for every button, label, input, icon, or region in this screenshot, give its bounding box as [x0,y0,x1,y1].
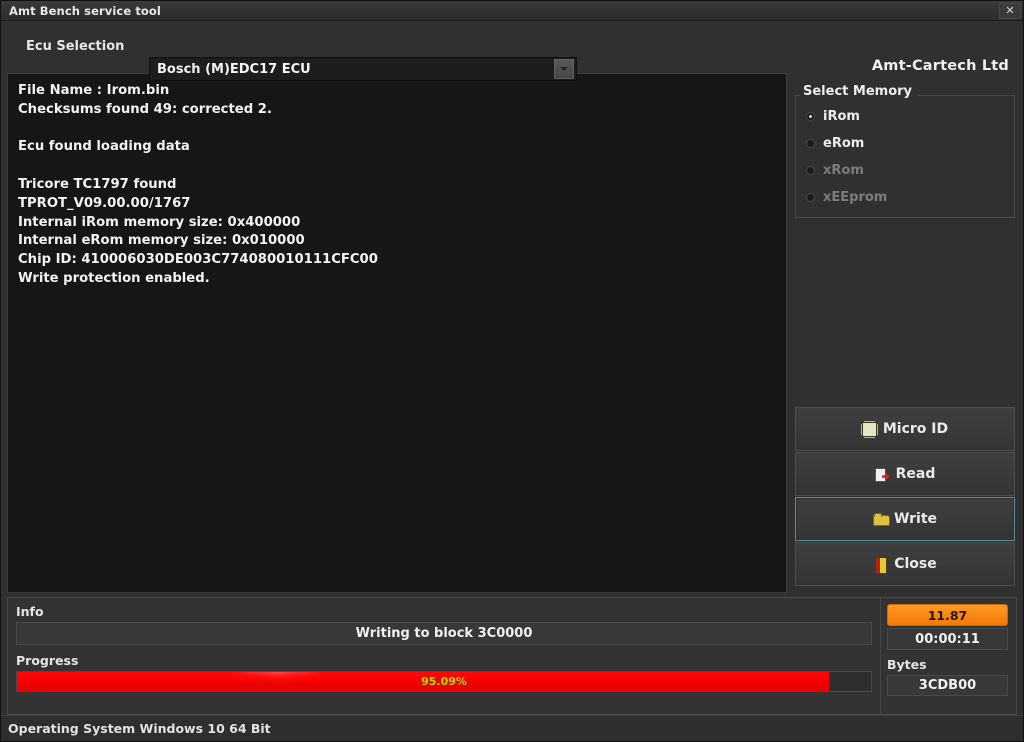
bytes-readout: 3CDB00 [887,675,1008,696]
radio-icon [806,112,815,121]
micro-id-button-label: Micro ID [882,421,949,437]
log-line-blank [18,157,776,176]
chip-icon [861,421,877,437]
read-icon [874,467,890,482]
header: Ecu Selection Bosch (M)EDC17 ECU Amt-Car… [1,21,1023,81]
log-line: Write protection enabled. [18,270,210,286]
memory-option-erom[interactable]: eRom [806,130,1014,157]
memory-option-xrom: xRom [806,157,1014,184]
close-window-button[interactable]: ✕ [999,2,1021,19]
elapsed-time-readout: 00:00:11 [887,628,1008,650]
memory-option-label: iRom [823,109,860,124]
status-panel-right: 11.87 00:00:11 Bytes 3CDB00 [880,598,1016,714]
select-memory-group: Select Memory iRom eRom xRom xEEprom [795,84,1015,218]
titlebar: Amt Bench service tool ✕ [1,1,1023,21]
door-icon [873,556,888,574]
read-button-label: Read [895,466,936,482]
write-button-label: Write [893,511,938,527]
close-button[interactable]: Close [795,542,1015,586]
statusbar: Operating System Windows 10 64 Bit [1,715,1023,741]
memory-option-xeeprom: xEEprom [806,184,1014,211]
ecu-selection-value: Bosch (M)EDC17 ECU [157,61,311,77]
radio-icon [806,166,815,175]
side-panel: Select Memory iRom eRom xRom xEEprom Mic… [795,73,1015,593]
radio-icon [806,139,815,148]
radio-icon [806,193,815,202]
progress-bar: 95.09% [16,671,872,692]
write-button[interactable]: Write [795,497,1015,541]
ecu-selection-label: Ecu Selection [26,39,125,54]
ecu-selection-dropdown[interactable]: Bosch (M)EDC17 ECU [149,57,577,81]
micro-id-button[interactable]: Micro ID [795,407,1015,451]
main-area: File Name : Irom.bin Checksums found 49:… [1,73,1023,593]
log-line: Internal eRom memory size: 0x010000 [18,233,305,249]
voltage-readout: 11.87 [887,604,1008,626]
progress-label: Progress [16,653,79,668]
log-line: Checksums found 49: corrected 2. [18,101,272,117]
progress-percent-label: 95.09% [421,675,467,688]
log-line: Tricore TC1797 found [18,176,177,192]
folder-icon [872,512,890,527]
select-memory-title: Select Memory [800,84,918,99]
memory-option-label: eRom [823,136,865,151]
bytes-label: Bytes [887,657,927,672]
window-title: Amt Bench service tool [9,3,161,18]
info-message-bar: Writing to block 3C0000 [16,622,872,645]
log-line: TPROT_V09.00.00/1767 [18,195,191,211]
chevron-down-icon[interactable] [554,59,574,79]
statusbar-text: Operating System Windows 10 64 Bit [8,721,271,736]
brand-label: Amt-Cartech Ltd [871,58,1009,74]
status-panel-left: Info Writing to block 3C0000 Progress 95… [8,598,880,714]
info-label: Info [16,604,44,619]
log-line: Chip ID: 410006030DE003C774080010111CFC0… [18,252,378,268]
log-output-panel[interactable]: File Name : Irom.bin Checksums found 49:… [7,73,787,593]
close-button-label: Close [894,556,937,572]
read-button[interactable]: Read [795,452,1015,496]
log-line: Internal iRom memory size: 0x400000 [18,214,301,230]
log-line: File Name : Irom.bin [18,83,170,98]
app-window: Amt Bench service tool ✕ Ecu Selection B… [0,0,1024,742]
action-buttons: Micro ID Read Write Close [795,407,1015,587]
log-line: Ecu found loading data [18,139,190,155]
status-panel: Info Writing to block 3C0000 Progress 95… [7,597,1017,715]
memory-option-label: xEEprom [823,190,888,205]
memory-option-label: xRom [823,163,864,178]
memory-option-irom[interactable]: iRom [806,103,1014,130]
log-line-blank [18,120,776,139]
